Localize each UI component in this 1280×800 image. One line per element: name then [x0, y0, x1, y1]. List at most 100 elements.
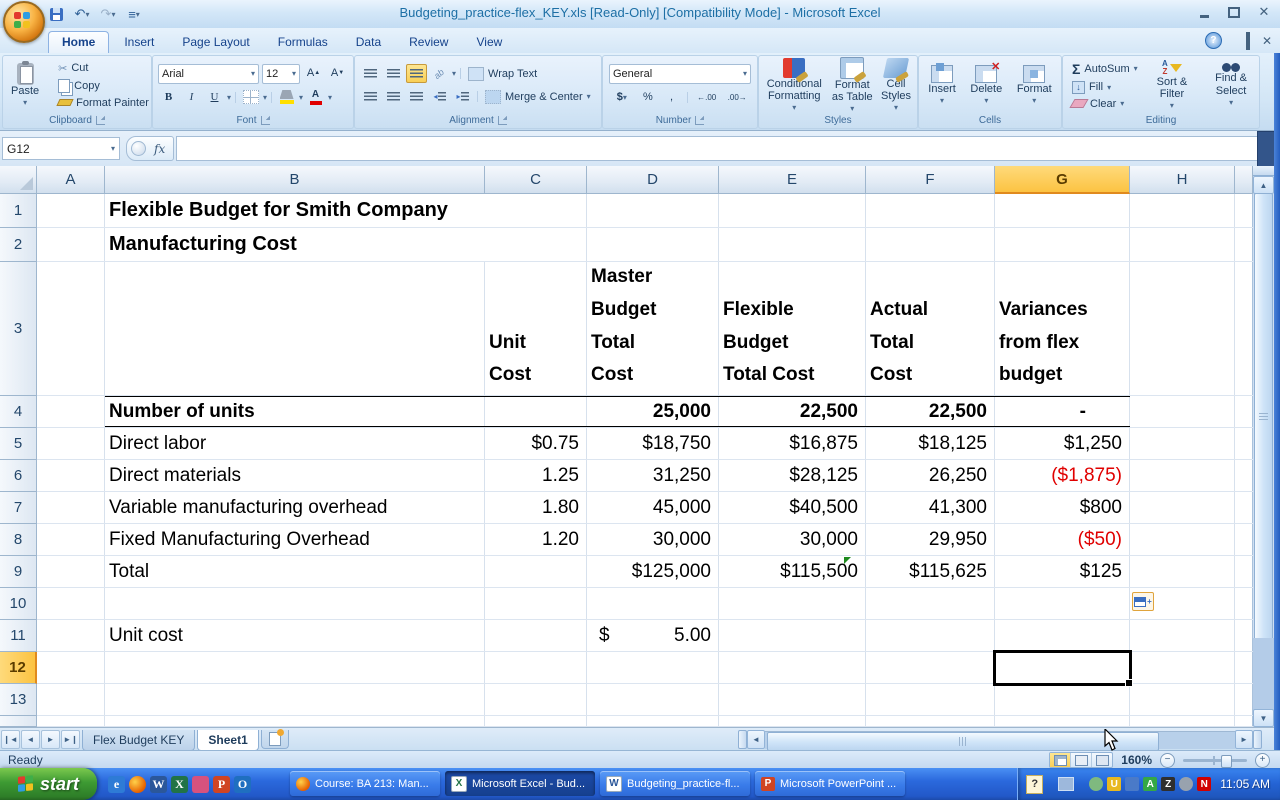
cell-C6[interactable]: 1.25 — [485, 460, 587, 491]
orientation-button[interactable]: ab — [429, 64, 450, 83]
cell-E5[interactable]: $16,875 — [719, 428, 866, 459]
cell-G8[interactable]: ($50) — [995, 524, 1130, 555]
zoom-slider-thumb[interactable] — [1221, 755, 1232, 768]
cell-G5[interactable]: $1,250 — [995, 428, 1130, 459]
novell-icon[interactable]: N — [1197, 777, 1211, 791]
percent-style-button[interactable]: % — [638, 88, 659, 107]
number-dialog-launcher-icon[interactable] — [695, 116, 704, 125]
sheet-tab-sheet1[interactable]: Sheet1 — [197, 730, 258, 751]
workbook-restore-button[interactable] — [1246, 34, 1250, 48]
cell-B6[interactable]: Direct materials — [105, 460, 485, 491]
format-cells-button[interactable]: Format▾ — [1013, 65, 1056, 105]
excel-icon[interactable]: X — [171, 776, 188, 793]
row-header-8[interactable]: 8 — [0, 524, 37, 556]
cell-B2[interactable]: Manufacturing Cost — [105, 228, 485, 261]
bold-button[interactable]: B — [158, 88, 179, 107]
row-header-12[interactable]: 12 — [0, 652, 37, 684]
cell-F8[interactable]: 29,950 — [866, 524, 995, 555]
cell-E7[interactable]: $40,500 — [719, 492, 866, 523]
task-button[interactable]: WBudgeting_practice-fl... — [600, 771, 750, 796]
col-header-F[interactable]: F — [866, 166, 995, 194]
scroll-left-button[interactable]: ◄ — [747, 730, 765, 749]
restore-button[interactable] — [1226, 5, 1242, 19]
vertical-scrollbar[interactable]: ▲ ▼ — [1252, 166, 1274, 727]
task-button[interactable]: PMicrosoft PowerPoint ... — [755, 771, 905, 796]
row-header-4[interactable]: 4 — [0, 396, 37, 428]
tab-insert[interactable]: Insert — [111, 32, 167, 53]
col-header-B[interactable]: B — [105, 166, 485, 194]
italic-button[interactable]: I — [181, 88, 202, 107]
cell-B9[interactable]: Total — [105, 556, 485, 587]
col-header-H[interactable]: H — [1130, 166, 1235, 194]
word-icon[interactable]: W — [150, 776, 167, 793]
powerpoint-icon[interactable]: P — [213, 776, 230, 793]
tab-review[interactable]: Review — [396, 32, 461, 53]
underline-button[interactable]: U — [204, 88, 225, 107]
cell-F3[interactable]: Actual Total Cost — [866, 262, 995, 395]
alignment-dialog-launcher-icon[interactable] — [498, 116, 507, 125]
scroll-up-button[interactable]: ▲ — [1253, 176, 1274, 194]
comma-style-button[interactable]: , — [661, 88, 682, 107]
cell-B4[interactable]: Number of units — [105, 396, 485, 427]
tab-view[interactable]: View — [463, 32, 515, 53]
cell-C4[interactable] — [485, 396, 587, 427]
col-header-G[interactable]: G — [995, 166, 1130, 194]
cell-G3[interactable]: Variances from flex budget — [995, 262, 1130, 395]
font-name-combo[interactable]: Arial▾ — [158, 64, 259, 84]
fill-handle[interactable] — [1125, 679, 1133, 687]
cell-G7[interactable]: $800 — [995, 492, 1130, 523]
cell-B1[interactable]: Flexible Budget for Smith Company — [105, 194, 485, 227]
cell-C8[interactable]: 1.20 — [485, 524, 587, 555]
minimize-button[interactable] — [1196, 5, 1212, 19]
cell-F9[interactable]: $115,625 — [866, 556, 995, 587]
task-button[interactable]: Course: BA 213: Man... — [290, 771, 440, 796]
font-size-combo[interactable]: 12▾ — [262, 64, 300, 84]
merge-center-button[interactable]: Merge & Center▾ — [482, 89, 594, 105]
borders-button[interactable] — [240, 88, 261, 107]
tab-split-handle[interactable] — [738, 730, 747, 749]
cell-G4[interactable]: - — [995, 396, 1130, 427]
page-break-view-button[interactable] — [1092, 753, 1112, 767]
wrap-text-button[interactable]: Wrap Text — [465, 66, 540, 82]
zoom-slider[interactable] — [1183, 759, 1247, 762]
sheet-tab-flex-budget-key[interactable]: Flex Budget KEY — [82, 730, 195, 751]
cell-G6[interactable]: ($1,875) — [995, 460, 1130, 491]
display-icon[interactable] — [1058, 777, 1074, 791]
cell-D5[interactable]: $18,750 — [587, 428, 719, 459]
align-center-button[interactable] — [383, 87, 404, 106]
decrease-decimal-button[interactable]: .00→ — [723, 88, 751, 107]
prev-sheet-button[interactable]: ◄ — [21, 730, 40, 749]
cell-D4[interactable]: 25,000 — [587, 396, 719, 427]
row-header-10[interactable]: 10 — [0, 588, 37, 620]
cell-F6[interactable]: 26,250 — [866, 460, 995, 491]
row-header-5[interactable]: 5 — [0, 428, 37, 460]
messenger-icon[interactable] — [1089, 777, 1103, 791]
insert-worksheet-tab[interactable] — [261, 730, 289, 749]
tab-formulas[interactable]: Formulas — [265, 32, 341, 53]
next-sheet-button[interactable]: ► — [41, 730, 60, 749]
increase-decimal-button[interactable]: ←.00 — [693, 88, 721, 107]
col-header-E[interactable]: E — [719, 166, 866, 194]
paste-button[interactable]: Paste▾ — [7, 63, 43, 107]
grow-font-button[interactable]: A▲ — [303, 64, 324, 83]
cell-C7[interactable]: 1.80 — [485, 492, 587, 523]
page-layout-view-button[interactable] — [1071, 753, 1092, 767]
cut-button[interactable]: ✂Cut — [55, 61, 152, 76]
cell-D7[interactable]: 45,000 — [587, 492, 719, 523]
cell-F5[interactable]: $18,125 — [866, 428, 995, 459]
cell-C5[interactable]: $0.75 — [485, 428, 587, 459]
cell-E4[interactable]: 22,500 — [719, 396, 866, 427]
autosum-button[interactable]: ΣAutoSum▾ — [1069, 60, 1141, 78]
row-header-11[interactable]: 11 — [0, 620, 37, 652]
vertical-scroll-thumb[interactable] — [1254, 193, 1273, 640]
cell-F7[interactable]: 41,300 — [866, 492, 995, 523]
cell-C3[interactable]: Unit Cost — [485, 262, 587, 395]
cell-B7[interactable]: Variable manufacturing overhead — [105, 492, 485, 523]
increase-indent-button[interactable]: ▸ — [452, 87, 473, 106]
accounting-format-button[interactable]: $▾ — [609, 88, 635, 107]
insert-cells-button[interactable]: Insert▾ — [924, 65, 960, 105]
cell-E3[interactable]: Flexible Budget Total Cost — [719, 262, 866, 395]
close-button[interactable]: ✕ — [1256, 5, 1272, 19]
clear-button[interactable]: Clear▾ — [1069, 97, 1141, 111]
shrink-font-button[interactable]: A▼ — [327, 64, 348, 83]
